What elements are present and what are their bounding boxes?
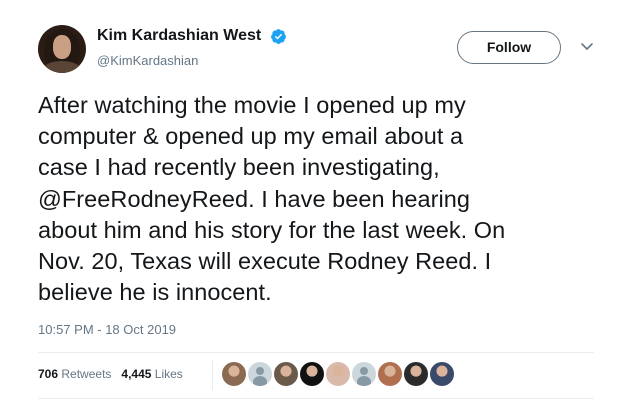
tweet-text-line-with-mention: @FreeRodneyReed. I have been hearing bbox=[38, 184, 593, 215]
display-name[interactable]: Kim Kardashian West bbox=[97, 27, 261, 45]
tweet-timestamp[interactable]: 10:57 PM - 18 Oct 2019 bbox=[38, 322, 176, 337]
retweets-label: Retweets bbox=[61, 367, 112, 381]
tweet-text-line: about him and his story for the last wee… bbox=[38, 216, 506, 243]
likes-count: 4,445 bbox=[121, 367, 152, 381]
profile-avatar[interactable] bbox=[38, 25, 86, 73]
user-handle[interactable]: @KimKardashian bbox=[97, 53, 198, 68]
avatar-face bbox=[53, 35, 71, 59]
divider bbox=[38, 398, 594, 399]
chevron-down-icon[interactable] bbox=[580, 42, 594, 52]
follow-button[interactable]: Follow bbox=[457, 31, 561, 64]
likes-stat[interactable]: 4,445 Likes bbox=[121, 367, 182, 381]
tweet-card: Kim Kardashian West @KimKardashian Follo… bbox=[0, 0, 625, 411]
tweet-text-line: After watching the movie I opened up my bbox=[38, 92, 466, 118]
name-block: Kim Kardashian West bbox=[97, 27, 287, 45]
liker-avatar-9[interactable] bbox=[430, 362, 454, 386]
liker-avatar-4[interactable] bbox=[300, 362, 324, 386]
verified-badge-icon bbox=[270, 28, 286, 44]
default-avatar-icon[interactable] bbox=[248, 362, 272, 386]
default-avatar-icon[interactable] bbox=[352, 362, 376, 386]
tweet-text-line: believe he is innocent. bbox=[38, 279, 272, 306]
liker-avatar-7[interactable] bbox=[378, 362, 402, 386]
stats-separator bbox=[212, 360, 213, 390]
tweet-text-fragment: . I have been hearing bbox=[248, 185, 470, 212]
tweet-text-line: computer & opened up my email about a bbox=[38, 123, 464, 150]
mention-link[interactable]: @FreeRodneyReed bbox=[38, 186, 248, 212]
liker-avatars bbox=[222, 362, 456, 388]
tweet-stats: 706 Retweets 4,445 Likes bbox=[38, 367, 183, 381]
liker-avatar-1[interactable] bbox=[222, 362, 246, 386]
liker-avatar-5[interactable] bbox=[326, 362, 350, 386]
tweet-text: After watching the movie I opened up my … bbox=[38, 90, 593, 308]
retweets-count: 706 bbox=[38, 367, 59, 381]
tweet-text-line: case I had recently been investigating, bbox=[38, 154, 440, 181]
retweets-stat[interactable]: 706 Retweets bbox=[38, 367, 111, 381]
likes-label: Likes bbox=[154, 367, 183, 381]
divider bbox=[38, 352, 594, 353]
liker-avatar-8[interactable] bbox=[404, 362, 428, 386]
liker-avatar-3[interactable] bbox=[274, 362, 298, 386]
tweet-text-line: Nov. 20, Texas will execute Rodney Reed.… bbox=[38, 248, 492, 275]
